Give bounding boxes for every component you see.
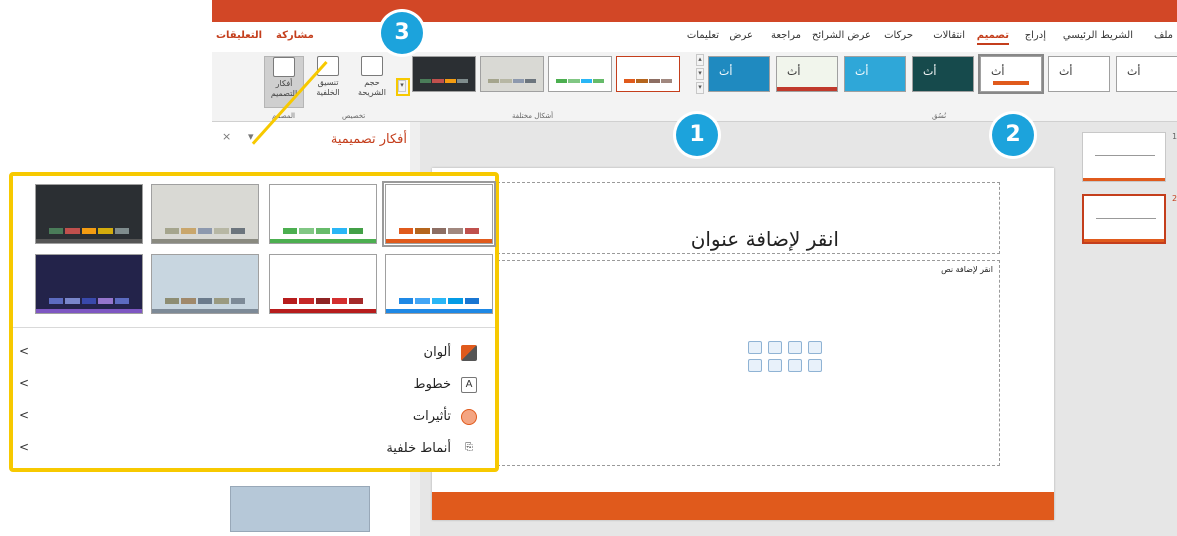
themes-scroll-up[interactable]: ▴	[696, 54, 704, 66]
chevron-left-icon: <	[19, 408, 30, 422]
variant-option-2[interactable]	[151, 184, 259, 244]
slide-footer-bar	[432, 492, 1054, 520]
theme-letter: أث	[855, 65, 869, 78]
popup-divider	[13, 327, 495, 328]
insert-smartart-icon[interactable]	[788, 341, 802, 354]
tab-home[interactable]: الشريط الرئيسي	[1063, 30, 1133, 41]
chevron-left-icon: <	[19, 376, 30, 390]
design-ideas-icon	[273, 57, 295, 77]
step-marker-2: 2	[992, 114, 1034, 156]
insert-3d-model-icon[interactable]	[808, 341, 822, 354]
theme-thumb-4[interactable]: أث	[912, 56, 974, 92]
share-button[interactable]: مشاركة	[276, 30, 314, 41]
insert-stock-images-icon[interactable]	[768, 359, 782, 372]
menu-item-label: تأثيرات	[412, 409, 451, 424]
theme-thumb-3[interactable]: أث	[844, 56, 906, 92]
variant-option-1[interactable]	[35, 184, 143, 244]
variant-option-4[interactable]	[382, 181, 496, 247]
design-ribbon: أفكار التصميم تنسيق الخلفية حجم الشريحة …	[212, 52, 1177, 122]
tab-view[interactable]: عرض	[729, 30, 753, 41]
theme-letter: أث	[991, 65, 1005, 78]
variant-option-6[interactable]	[151, 254, 259, 314]
theme-thumb-2[interactable]: أث	[776, 56, 838, 92]
menu-item-label: أنماط خلفية	[386, 441, 451, 456]
menu-item-effects[interactable]: < تأثيرات	[13, 404, 495, 430]
fonts-icon: A	[461, 377, 477, 393]
variant-option-7[interactable]	[269, 254, 377, 314]
slide-thumbnail-1[interactable]	[1082, 132, 1166, 182]
step-marker-1: 1	[676, 114, 718, 156]
variant-option-5[interactable]	[35, 254, 143, 314]
tab-design[interactable]: تصميم	[976, 30, 1009, 45]
insert-picture-icon[interactable]	[748, 359, 762, 372]
step-marker-3: 3	[381, 12, 423, 54]
menu-item-label: ألوان	[423, 345, 451, 360]
slide-size-label: حجم الشريحة	[358, 78, 386, 97]
ribbon-tabs: ملف الشريط الرئيسي إدراج تصميم انتقالات …	[212, 22, 1177, 52]
slide-number-2: 2	[1172, 194, 1177, 203]
variant-thumb-1[interactable]	[412, 56, 476, 92]
insert-icons-icon[interactable]	[808, 359, 822, 372]
menu-item-label: خطوط	[413, 377, 451, 392]
slide-number-1: 1	[1172, 132, 1177, 141]
themes-more-button[interactable]: ▾	[696, 82, 704, 94]
theme-thumb-7[interactable]: أث	[1116, 56, 1177, 92]
group-customize-label: تخصيص	[342, 112, 366, 120]
effects-icon	[461, 409, 477, 425]
menu-item-fonts[interactable]: < خطوط A	[13, 372, 495, 398]
insert-content-icons	[748, 341, 828, 372]
menu-item-background-styles[interactable]: < أنماط خلفية ⎘	[13, 436, 495, 462]
tab-animations[interactable]: حركات	[884, 30, 913, 41]
variant-thumb-4[interactable]	[616, 56, 680, 92]
comments-button[interactable]: التعليقات	[216, 30, 262, 41]
variant-thumb-3[interactable]	[548, 56, 612, 92]
theme-thumb-current[interactable]: أث	[978, 54, 1044, 94]
insert-video-icon[interactable]	[788, 359, 802, 372]
title-placeholder[interactable]: انقر لإضافة عنوان	[482, 182, 1000, 254]
design-idea-thumb[interactable]	[230, 486, 370, 532]
format-background-label: تنسيق الخلفية	[316, 78, 340, 97]
group-themes-label: نُسُق	[932, 112, 947, 120]
slide-thumbnails-pane: 1 2	[1072, 122, 1177, 536]
tab-transitions[interactable]: انتقالات	[933, 30, 965, 41]
menu-item-colors[interactable]: < ألوان	[13, 340, 495, 366]
body-placeholder-text: انقر لإضافة نص	[941, 265, 993, 274]
insert-chart-icon[interactable]	[768, 341, 782, 354]
theme-letter: أث	[719, 65, 733, 78]
tab-help[interactable]: تعليمات	[687, 30, 719, 41]
tab-file[interactable]: ملف	[1154, 30, 1173, 41]
theme-letter: أث	[787, 65, 801, 78]
variant-thumb-2[interactable]	[480, 56, 544, 92]
variant-option-3[interactable]	[269, 184, 377, 244]
slide-size-button[interactable]: حجم الشريحة	[352, 56, 392, 108]
theme-letter: أث	[923, 65, 937, 78]
title-bar	[212, 0, 1177, 22]
design-ideas-button[interactable]: أفكار التصميم	[264, 56, 304, 108]
themes-scroll-down[interactable]: ▾	[696, 68, 704, 80]
slide: انقر لإضافة عنوان انقر لإضافة نص	[432, 168, 1054, 520]
chevron-left-icon: <	[19, 440, 30, 454]
variants-gallery-popup: < ألوان < خطوط A < تأثيرات < أنماط خلفية…	[9, 172, 499, 472]
variants-more-highlight	[396, 78, 410, 96]
tab-review[interactable]: مراجعة	[771, 30, 801, 41]
theme-letter: أث	[1059, 65, 1073, 78]
slide-thumbnail-2[interactable]	[1082, 194, 1166, 244]
tab-slideshow[interactable]: عرض الشرائح	[812, 30, 871, 41]
format-background-button[interactable]: تنسيق الخلفية	[308, 56, 348, 108]
pane-close-button[interactable]: ×	[222, 130, 231, 143]
variant-option-8[interactable]	[385, 254, 493, 314]
body-placeholder[interactable]: انقر لإضافة نص	[482, 260, 1000, 466]
theme-thumb-1[interactable]: أث	[708, 56, 770, 92]
chevron-left-icon: <	[19, 344, 30, 358]
theme-letter: أث	[1127, 65, 1141, 78]
title-placeholder-text: انقر لإضافة عنوان	[690, 227, 839, 251]
colors-icon	[461, 345, 477, 361]
tab-insert[interactable]: إدراج	[1025, 30, 1046, 41]
group-variants-label: أشكال مختلفة	[512, 112, 554, 120]
pane-title: أفكار تصميمية	[330, 132, 407, 147]
theme-thumb-6[interactable]: أث	[1048, 56, 1110, 92]
background-styles-icon: ⎘	[465, 442, 473, 453]
insert-table-icon[interactable]	[748, 341, 762, 354]
slide-size-icon	[361, 56, 383, 76]
